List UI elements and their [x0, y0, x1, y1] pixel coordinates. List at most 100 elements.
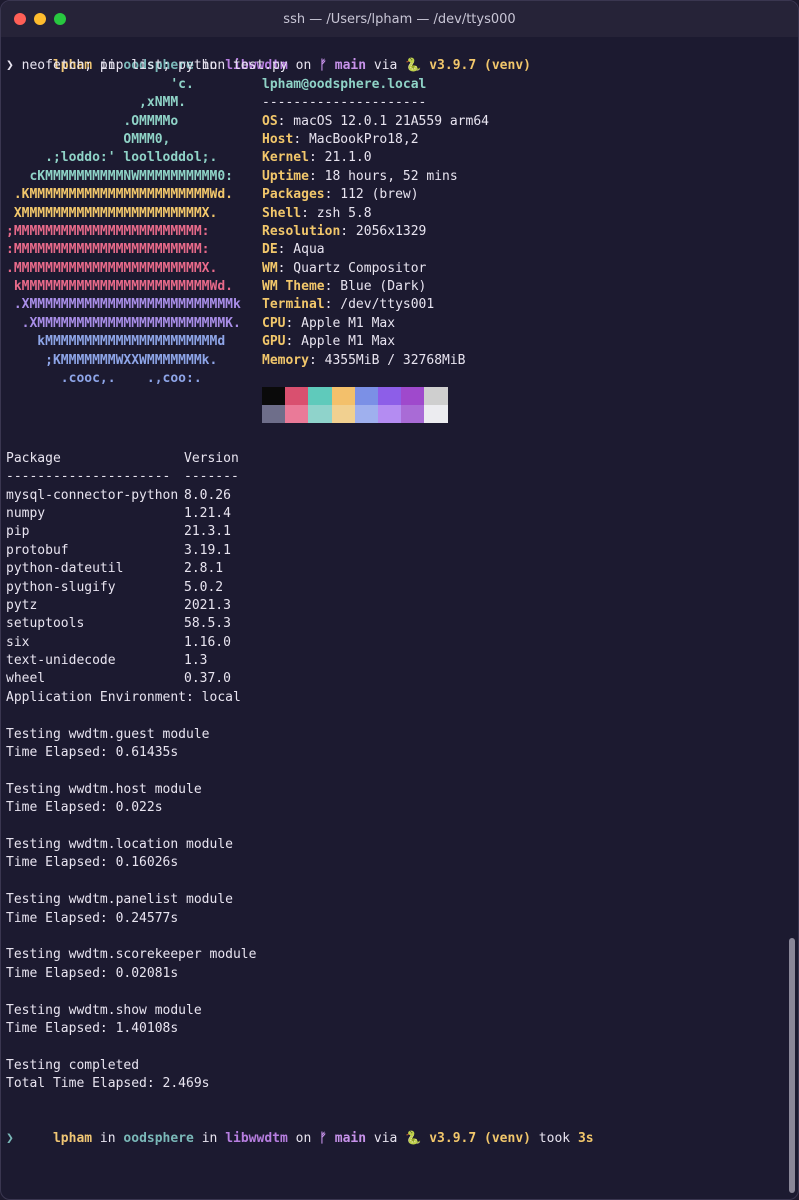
- palette-row: [262, 386, 448, 405]
- package-row: python-dateutil 2.8.1: [6, 560, 788, 578]
- package-row: wheel 0.37.0: [6, 670, 788, 688]
- info-value: : MacBookPro18,2: [293, 131, 419, 147]
- package-row: setuptools 58.5.3: [6, 615, 788, 633]
- output-line: Application Environment: local: [6, 689, 241, 705]
- info-row: Kernel: 21.1.0: [262, 149, 489, 167]
- scrollbar-thumb[interactable]: [789, 938, 795, 1193]
- package-version: 0.37.0: [184, 671, 231, 687]
- shell-prompt: lpham in oodsphere in libwwdtm on ᚠ main…: [6, 39, 788, 73]
- info-label: Terminal: [262, 297, 325, 313]
- info-row: WM Theme: Blue (Dark): [262, 278, 489, 296]
- apple-logo-ascii-art: 'c. ,xNMM. .OMMMMo OMMM0, .;loddo:' lool…: [6, 76, 241, 389]
- output-line: Testing wwdtm.host module: [6, 781, 202, 797]
- package-name: wheel: [6, 671, 46, 687]
- prompt-branch: main: [326, 1131, 367, 1147]
- prompt-text: on: [287, 58, 320, 74]
- color-swatch: [331, 386, 355, 405]
- info-separator: ---------------------: [262, 95, 427, 111]
- info-row: DE: Aqua: [262, 241, 489, 259]
- output-line: Time Elapsed: 0.61435s: [6, 745, 179, 761]
- ascii-art-line: .MMMMMMMMMMMMMMMMMMMMMMMMX.: [6, 260, 218, 276]
- python-icon: 🐍: [405, 1131, 422, 1147]
- package-version: 2.8.1: [184, 561, 224, 577]
- info-row: Uptime: 18 hours, 52 mins: [262, 168, 489, 186]
- info-label: Uptime: [262, 168, 309, 184]
- color-swatch: [377, 386, 402, 405]
- ascii-art-line: :MMMMMMMMMMMMMMMMMMMMMMMM:: [6, 242, 210, 258]
- info-row: OS: macOS 12.0.1 21A559 arm64: [262, 113, 489, 131]
- color-swatch: [424, 404, 448, 423]
- output-line: Time Elapsed: 0.24577s: [6, 910, 179, 926]
- package-name: pytz: [6, 597, 38, 613]
- user-host: lpham@oodsphere.local: [262, 76, 427, 92]
- info-label: DE: [262, 242, 278, 258]
- close-button[interactable]: [14, 13, 26, 25]
- info-value: : Apple M1 Max: [285, 315, 396, 331]
- color-swatch: [401, 386, 425, 405]
- output-line: Time Elapsed: 1.40108s: [6, 1020, 179, 1036]
- info-label: Packages: [262, 187, 325, 203]
- terminal-content[interactable]: lpham in oodsphere in libwwdtm on ᚠ main…: [6, 39, 788, 1149]
- color-swatch: [354, 404, 378, 423]
- prompt-python-version: v3.9.7 (venv): [421, 1131, 531, 1147]
- package-row: python-slugify 5.0.2: [6, 579, 788, 597]
- info-value: : Blue (Dark): [324, 279, 427, 295]
- package-row: mysql-connector-python 8.0.26: [6, 487, 788, 505]
- zoom-button[interactable]: [54, 13, 66, 25]
- info-label: WM: [262, 260, 278, 276]
- color-palette: [262, 386, 448, 423]
- ascii-art-line: .KMMMMMMMMMMMMMMMMMMMMMMMWd.: [6, 187, 233, 203]
- neofetch-output: 'c. ,xNMM. .OMMMMo OMMM0, .;loddo:' lool…: [6, 76, 788, 423]
- minimize-button[interactable]: [34, 13, 46, 25]
- system-info: lpham@oodsphere.local ------------------…: [262, 76, 489, 370]
- shell-prompt: lpham in oodsphere in libwwdtm on ᚠ main…: [6, 1112, 788, 1146]
- package-version: 5.0.2: [184, 579, 224, 595]
- divider-package: ---------------------: [6, 469, 171, 485]
- color-swatch: [401, 404, 425, 423]
- ascii-art-line: 'c.: [6, 76, 194, 92]
- color-swatch: [262, 404, 286, 423]
- info-label: Memory: [262, 352, 309, 368]
- ascii-art-line: .XMMMMMMMMMMMMMMMMMMMMMMMMK.: [6, 315, 241, 331]
- prompt-text: took: [530, 1131, 578, 1147]
- info-row: Resolution: 2056x1329: [262, 223, 489, 241]
- color-swatch: [331, 404, 355, 423]
- color-swatch: [285, 404, 309, 423]
- info-label: GPU: [262, 334, 286, 350]
- info-row: GPU: Apple M1 Max: [262, 333, 489, 351]
- ascii-art-line: OMMM0,: [6, 131, 171, 147]
- info-value: : 112 (brew): [324, 187, 419, 203]
- palette-row: [262, 404, 448, 423]
- output-line: Total Time Elapsed: 2.469s: [6, 1076, 210, 1092]
- terminal-window: ssh — /Users/lpham — /dev/ttys000 lpham …: [0, 0, 799, 1200]
- info-label: Host: [262, 131, 294, 147]
- package-version: 8.0.26: [184, 487, 231, 503]
- output-line: Testing wwdtm.scorekeeper module: [6, 947, 257, 963]
- package-version: 2021.3: [184, 597, 231, 613]
- package-name: text-unidecode: [6, 653, 116, 669]
- info-value: : Aqua: [277, 242, 325, 258]
- prompt-branch: main: [326, 58, 367, 74]
- package-version: 1.3: [184, 653, 208, 669]
- prompt-text: in: [193, 1131, 226, 1147]
- output-line: Testing wwdtm.guest module: [6, 726, 210, 742]
- command-duration: 3s: [577, 1131, 594, 1147]
- ascii-art-line: XMMMMMMMMMMMMMMMMMMMMMMMX.: [6, 205, 218, 221]
- output-line: Testing wwdtm.panelist module: [6, 892, 233, 908]
- ascii-art-line: ,xNMM.: [6, 95, 187, 111]
- column-header-package: Package: [6, 450, 61, 466]
- info-value: : 18 hours, 52 mins: [308, 168, 458, 184]
- title-bar: ssh — /Users/lpham — /dev/ttys000: [1, 1, 798, 37]
- info-row: Terminal: /dev/ttys001: [262, 296, 489, 314]
- package-version: 1.21.4: [184, 505, 231, 521]
- package-row: pytz 2021.3: [6, 597, 788, 615]
- git-branch-icon: ᚠ: [319, 1131, 327, 1147]
